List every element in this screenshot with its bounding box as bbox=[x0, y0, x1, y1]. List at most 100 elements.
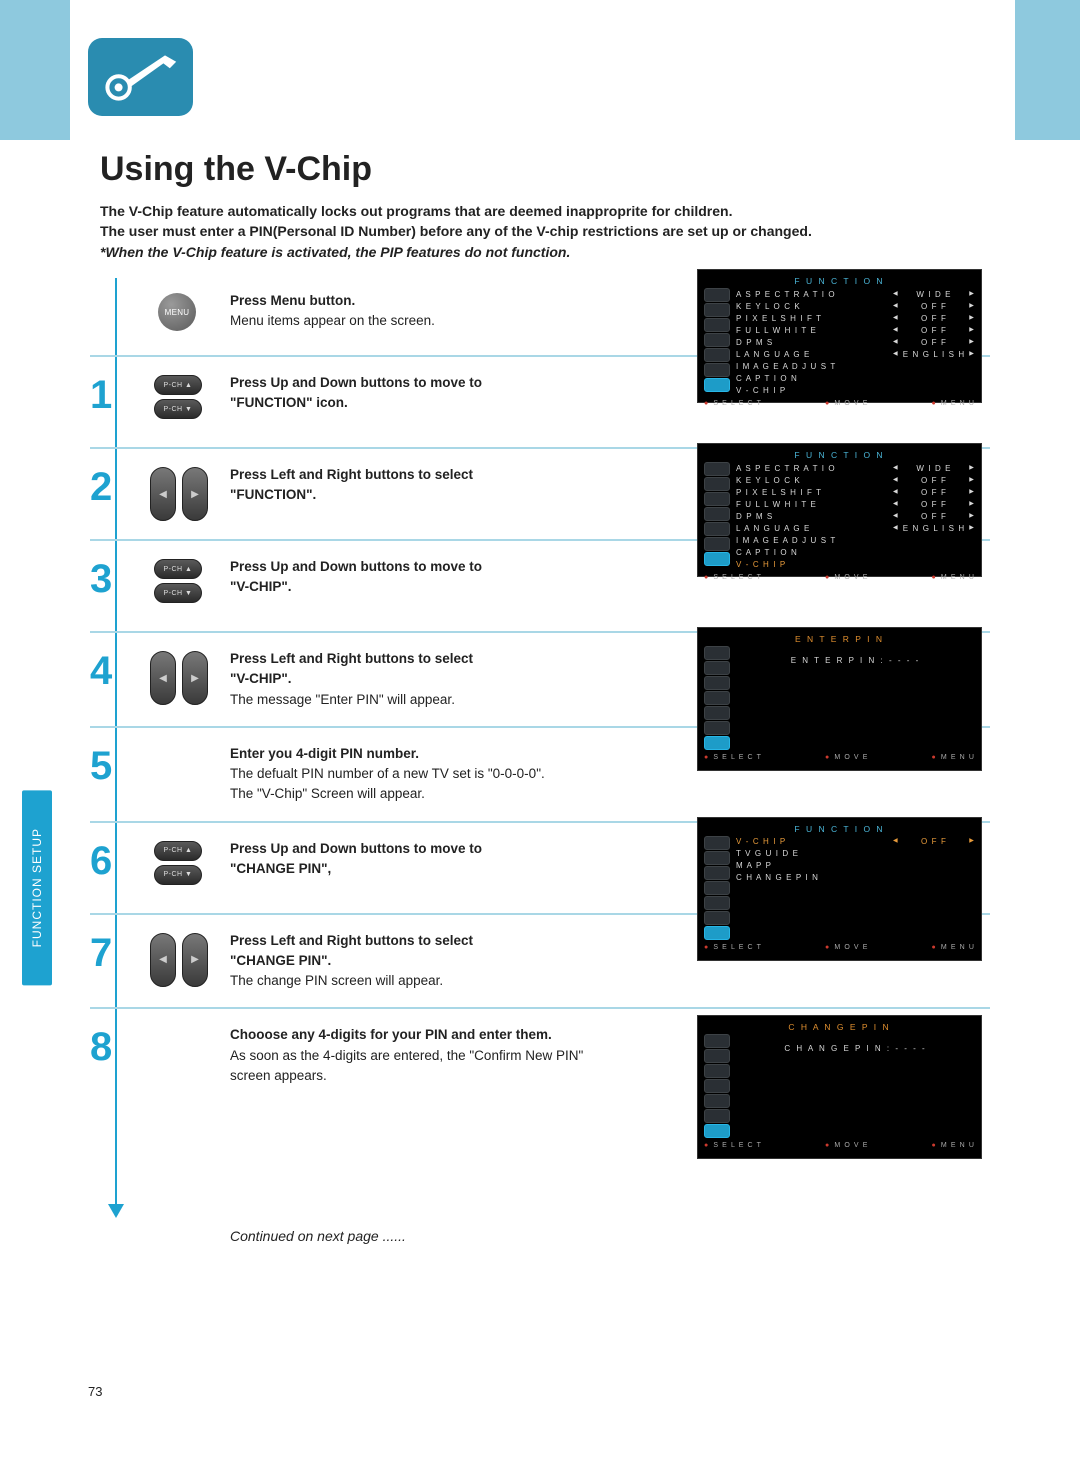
step-number: 3 bbox=[90, 557, 112, 602]
osd-thumb-icon bbox=[704, 492, 730, 506]
osd-row: T V G U I D E bbox=[736, 848, 975, 860]
intro-text: The V-Chip feature automatically locks o… bbox=[100, 201, 980, 262]
osd-row: V - C H I PO F F bbox=[736, 836, 975, 848]
osd-thumb-icon bbox=[704, 477, 730, 491]
step-number: 8 bbox=[90, 1025, 112, 1070]
step-text: Press Menu button. bbox=[230, 291, 610, 311]
osd-title: F U N C T I O N bbox=[704, 450, 975, 460]
osd-title: F U N C T I O N bbox=[704, 824, 975, 834]
osd-change-pin: C H A N G E P I N C H A N G E P I N : - … bbox=[697, 1015, 982, 1159]
osd-row: F U L L W H I T EO F F bbox=[736, 324, 975, 336]
osd-row: D P M SO F F bbox=[736, 510, 975, 522]
osd-thumb-icon bbox=[704, 691, 730, 705]
osd-thumb-icon bbox=[704, 881, 730, 895]
content: Using the V-Chip The V-Chip feature auto… bbox=[100, 150, 980, 262]
step-text: "FUNCTION" icon. bbox=[230, 393, 610, 413]
remote-left-icon: ◀ bbox=[150, 651, 176, 705]
osd-thumb-icon bbox=[704, 661, 730, 675]
osd-thumb-icon bbox=[704, 706, 730, 720]
osd-thumb-icon bbox=[704, 507, 730, 521]
osd-footer: ●S E L E C T ●M O V E ●M E N U bbox=[704, 1142, 975, 1149]
osd-row: D P M SO F F bbox=[736, 336, 975, 348]
osd-row: A S P E C T R A T I OW I D E bbox=[736, 288, 975, 300]
osd-row: P I X E L S H I F TO F F bbox=[736, 312, 975, 324]
step-text: The message "Enter PIN" will appear. bbox=[230, 690, 610, 710]
header-wrench-icon bbox=[88, 38, 193, 116]
osd-thumb-icon bbox=[704, 676, 730, 690]
osd-thumb-icon bbox=[704, 1034, 730, 1048]
step-number: 7 bbox=[90, 931, 112, 976]
osd-row: L A N G U A G EE N G L I S H bbox=[736, 522, 975, 534]
osd-change-pin-line: C H A N G E P I N : - - - - bbox=[736, 1034, 975, 1069]
step-text: "V-CHIP". bbox=[230, 577, 610, 597]
osd-thumb-icon bbox=[704, 866, 730, 880]
step-text: Press Left and Right buttons to select bbox=[230, 465, 610, 485]
step-text: Enter you 4-digit PIN number. bbox=[230, 744, 610, 764]
step-row: 6 P-CH ▲ P-CH ▼ Press Up and Down button… bbox=[90, 823, 990, 915]
step-text: Press Left and Right buttons to select bbox=[230, 931, 610, 951]
osd-enter-pin-line: E N T E R P I N : - - - - bbox=[736, 646, 975, 681]
osd-thumb-icon bbox=[704, 318, 730, 332]
remote-pch-up-icon: P-CH ▲ bbox=[154, 559, 202, 579]
step-text: "CHANGE PIN", bbox=[230, 859, 610, 879]
remote-right-icon: ▶ bbox=[182, 651, 208, 705]
step-number: 1 bbox=[90, 373, 112, 418]
step-row: 4 ◀ ▶ Press Left and Right buttons to se… bbox=[90, 633, 990, 728]
osd-row: P I X E L S H I F TO F F bbox=[736, 486, 975, 498]
osd-thumb-icon bbox=[704, 522, 730, 536]
osd-thumb-icon bbox=[704, 851, 730, 865]
step-text: Press Left and Right buttons to select bbox=[230, 649, 610, 669]
continued-text: Continued on next page ...... bbox=[230, 1228, 406, 1244]
osd-thumb-icon bbox=[704, 836, 730, 850]
step-text: Press Up and Down buttons to move to bbox=[230, 373, 610, 393]
remote-menu-button-icon: MENU bbox=[158, 293, 196, 331]
step-row: 8 Chooose any 4-digits for your PIN and … bbox=[90, 1009, 990, 1159]
page-title: Using the V-Chip bbox=[100, 150, 980, 189]
osd-thumb-icon bbox=[704, 646, 730, 660]
step-row: 2 ◀ ▶ Press Left and Right buttons to se… bbox=[90, 449, 990, 541]
osd-row: M A P P bbox=[736, 860, 975, 872]
page-number: 73 bbox=[88, 1384, 102, 1399]
remote-right-icon: ▶ bbox=[182, 467, 208, 521]
osd-thumb-icon bbox=[704, 303, 730, 317]
osd-row: A S P E C T R A T I OW I D E bbox=[736, 462, 975, 474]
remote-pch-down-icon: P-CH ▼ bbox=[154, 865, 202, 885]
osd-row: C H A N G E P I N bbox=[736, 872, 975, 884]
osd-title: F U N C T I O N bbox=[704, 276, 975, 286]
osd-thumb-icon bbox=[704, 288, 730, 302]
step-row: 5 Enter you 4-digit PIN number. The defu… bbox=[90, 728, 990, 823]
remote-left-icon: ◀ bbox=[150, 467, 176, 521]
step-number: 6 bbox=[90, 839, 112, 884]
remote-pch-up-icon: P-CH ▲ bbox=[154, 841, 202, 861]
osd-row: K E Y L O C KO F F bbox=[736, 474, 975, 486]
osd-thumb-icon bbox=[704, 1124, 730, 1138]
remote-left-icon: ◀ bbox=[150, 933, 176, 987]
step-text: As soon as the 4-digits are entered, the… bbox=[230, 1046, 610, 1087]
osd-thumb-icon bbox=[704, 896, 730, 910]
osd-row: F U L L W H I T EO F F bbox=[736, 498, 975, 510]
step-text: "FUNCTION". bbox=[230, 485, 610, 505]
step-number: 4 bbox=[90, 649, 112, 694]
step-text: Press Up and Down buttons to move to bbox=[230, 839, 610, 859]
osd-row: K E Y L O C KO F F bbox=[736, 300, 975, 312]
step-text: "CHANGE PIN". bbox=[230, 951, 610, 971]
osd-thumb-icon bbox=[704, 333, 730, 347]
osd-thumb-icon bbox=[704, 462, 730, 476]
step-text: The change PIN screen will appear. bbox=[230, 971, 610, 991]
step-number: 2 bbox=[90, 465, 112, 510]
step-text: Press Up and Down buttons to move to bbox=[230, 557, 610, 577]
step-row: 7 ◀ ▶ Press Left and Right buttons to se… bbox=[90, 915, 990, 1010]
step-row: MENU Press Menu button. Menu items appea… bbox=[90, 275, 990, 357]
remote-pch-up-icon: P-CH ▲ bbox=[154, 375, 202, 395]
step-row: 3 P-CH ▲ P-CH ▼ Press Up and Down button… bbox=[90, 541, 990, 633]
osd-thumb-icon bbox=[704, 1064, 730, 1078]
step-text: Chooose any 4-digits for your PIN and en… bbox=[230, 1025, 610, 1045]
step-text: Menu items appear on the screen. bbox=[230, 311, 610, 331]
osd-thumb-icon bbox=[704, 1079, 730, 1093]
osd-thumb-icon bbox=[704, 1049, 730, 1063]
osd-thumb-icon bbox=[704, 1109, 730, 1123]
step-text: "V-CHIP". bbox=[230, 669, 610, 689]
steps-list: MENU Press Menu button. Menu items appea… bbox=[90, 275, 990, 1159]
osd-title: C H A N G E P I N bbox=[704, 1022, 975, 1032]
remote-pch-down-icon: P-CH ▼ bbox=[154, 583, 202, 603]
